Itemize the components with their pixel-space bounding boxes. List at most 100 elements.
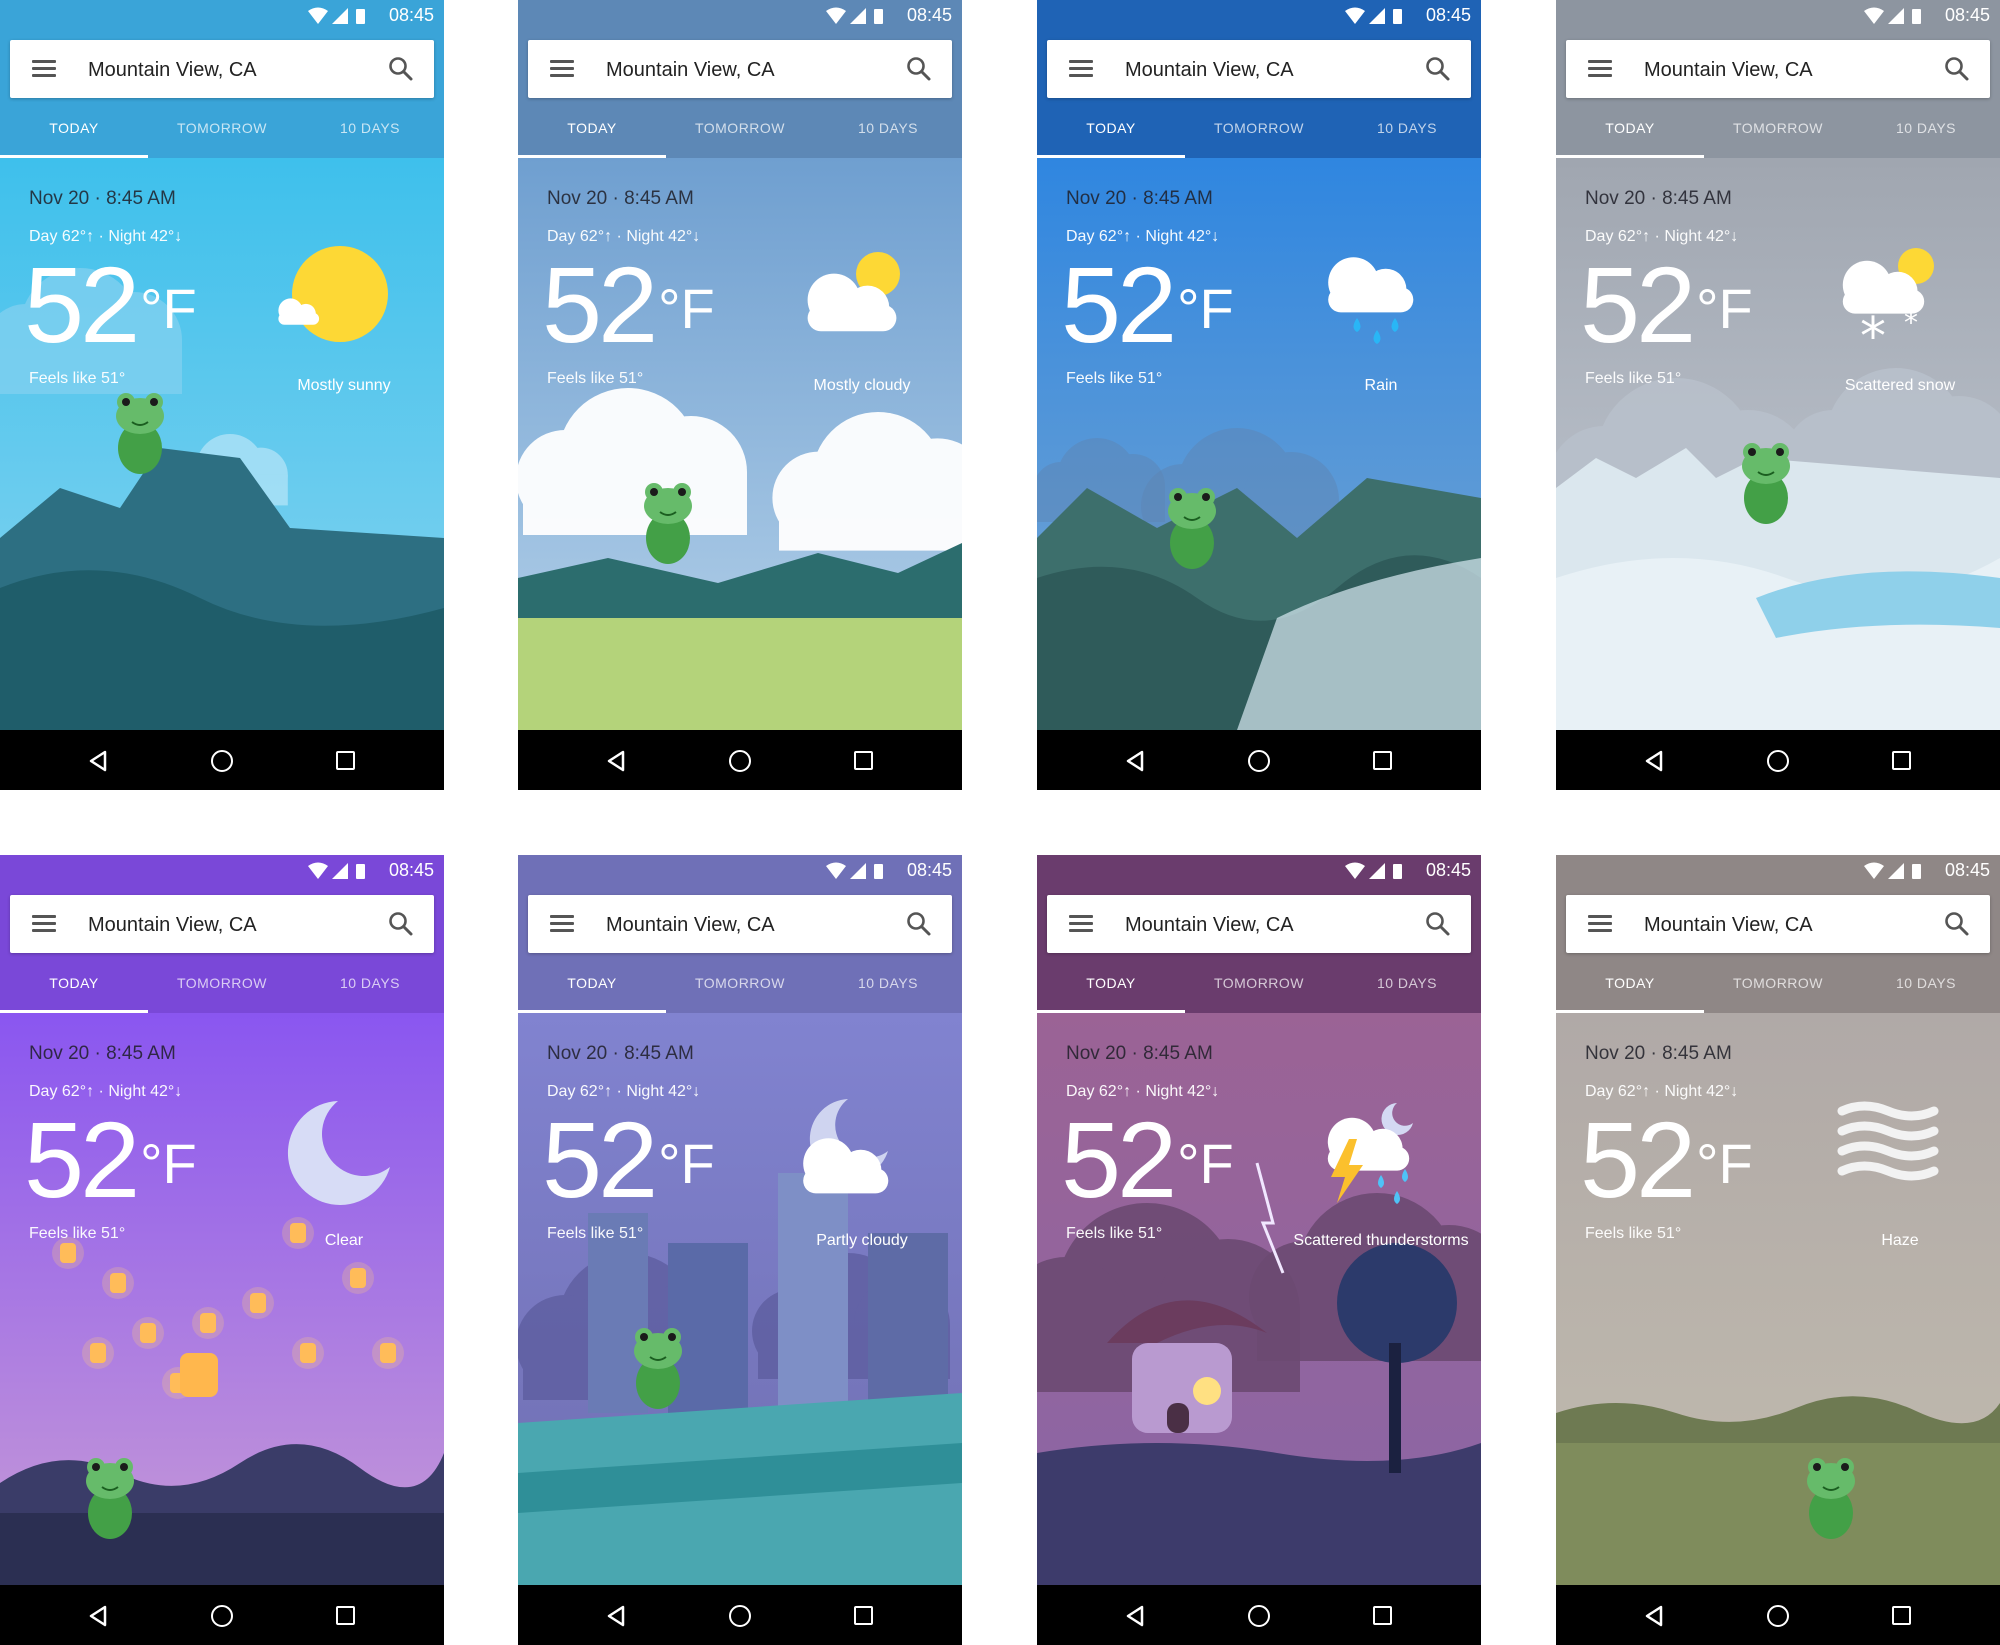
tab-10-days[interactable]: 10 DAYS — [1852, 959, 2000, 1013]
tab-tomorrow[interactable]: TOMORROW — [666, 104, 814, 158]
menu-icon[interactable] — [1069, 60, 1093, 78]
search-bar[interactable]: Mountain View, CA — [1047, 40, 1471, 98]
back-icon[interactable] — [606, 750, 626, 772]
temperature-unit: °F — [140, 277, 197, 340]
search-bar[interactable]: Mountain View, CA — [1566, 40, 1990, 98]
tab-tomorrow[interactable]: TOMORROW — [1185, 959, 1333, 1013]
tab-today[interactable]: TODAY — [0, 959, 148, 1013]
location-text[interactable]: Mountain View, CA — [1125, 914, 1294, 937]
menu-icon[interactable] — [32, 60, 56, 78]
battery-icon — [1912, 9, 1921, 24]
home-icon[interactable] — [1248, 750, 1270, 772]
back-icon[interactable] — [1125, 750, 1145, 772]
back-icon[interactable] — [1125, 1605, 1145, 1627]
search-icon[interactable] — [906, 56, 932, 82]
tab-10-days[interactable]: 10 DAYS — [296, 104, 444, 158]
back-icon[interactable] — [88, 750, 108, 772]
thunderstorm-icon — [1315, 1099, 1435, 1209]
tab-tomorrow[interactable]: TOMORROW — [148, 959, 296, 1013]
phone-screen: 08:45 Mountain View, CA TODAY TOMORROW 1… — [518, 0, 962, 790]
menu-icon[interactable] — [1069, 915, 1093, 933]
tab-today[interactable]: TODAY — [518, 104, 666, 158]
location-text[interactable]: Mountain View, CA — [88, 914, 257, 937]
home-icon[interactable] — [1767, 1605, 1789, 1627]
recents-icon[interactable] — [1892, 1606, 1911, 1625]
home-icon[interactable] — [729, 750, 751, 772]
condition-label: Scattered thunderstorms — [1293, 1232, 1469, 1249]
search-icon[interactable] — [388, 56, 414, 82]
snow-icon: * * — [1834, 244, 1954, 354]
tab-10-days[interactable]: 10 DAYS — [1333, 104, 1481, 158]
mostly-cloudy-icon — [796, 244, 916, 354]
search-bar[interactable]: Mountain View, CA — [10, 895, 434, 953]
location-text[interactable]: Mountain View, CA — [1644, 914, 1813, 937]
location-text[interactable]: Mountain View, CA — [606, 914, 775, 937]
home-icon[interactable] — [1767, 750, 1789, 772]
search-icon[interactable] — [388, 911, 414, 937]
signal-icon — [850, 8, 866, 24]
tab-today[interactable]: TODAY — [1556, 104, 1704, 158]
tab-bar: TODAY TOMORROW 10 DAYS — [1556, 104, 2000, 158]
search-bar[interactable]: Mountain View, CA — [528, 40, 952, 98]
search-icon[interactable] — [1425, 56, 1451, 82]
condition-label: Scattered snow — [1844, 377, 1956, 394]
tab-today[interactable]: TODAY — [1556, 959, 1704, 1013]
tab-tomorrow[interactable]: TOMORROW — [666, 959, 814, 1013]
home-icon[interactable] — [211, 750, 233, 772]
location-text[interactable]: Mountain View, CA — [1125, 59, 1294, 82]
search-icon[interactable] — [1944, 911, 1970, 937]
recents-icon[interactable] — [336, 1606, 355, 1625]
location-text[interactable]: Mountain View, CA — [1644, 59, 1813, 82]
tab-10-days[interactable]: 10 DAYS — [814, 104, 962, 158]
temperature-unit: °F — [658, 1132, 715, 1195]
search-icon[interactable] — [1425, 911, 1451, 937]
location-text[interactable]: Mountain View, CA — [88, 59, 257, 82]
current-temperature: 52°F — [1061, 1105, 1234, 1215]
location-text[interactable]: Mountain View, CA — [606, 59, 775, 82]
menu-icon[interactable] — [32, 915, 56, 933]
tab-tomorrow[interactable]: TOMORROW — [1704, 104, 1852, 158]
recents-icon[interactable] — [854, 1606, 873, 1625]
recents-icon[interactable] — [1892, 751, 1911, 770]
tab-today[interactable]: TODAY — [0, 104, 148, 158]
tab-10-days[interactable]: 10 DAYS — [1852, 104, 2000, 158]
menu-icon[interactable] — [1588, 60, 1612, 78]
search-icon[interactable] — [906, 911, 932, 937]
recents-icon[interactable] — [336, 751, 355, 770]
home-icon[interactable] — [729, 1605, 751, 1627]
back-icon[interactable] — [1644, 1605, 1664, 1627]
svg-text:*: * — [1904, 306, 1918, 339]
back-icon[interactable] — [1644, 750, 1664, 772]
tab-today[interactable]: TODAY — [1037, 104, 1185, 158]
feels-like: Feels like 51° — [1066, 1225, 1163, 1242]
status-time: 08:45 — [1425, 860, 1471, 880]
back-icon[interactable] — [606, 1605, 626, 1627]
tab-tomorrow[interactable]: TOMORROW — [1185, 104, 1333, 158]
tab-10-days[interactable]: 10 DAYS — [814, 959, 962, 1013]
home-icon[interactable] — [1248, 1605, 1270, 1627]
tab-10-days[interactable]: 10 DAYS — [1333, 959, 1481, 1013]
wifi-icon — [1864, 862, 1884, 879]
menu-icon[interactable] — [550, 60, 574, 78]
tab-today[interactable]: TODAY — [1037, 959, 1185, 1013]
search-bar[interactable]: Mountain View, CA — [1047, 895, 1471, 953]
status-icons — [826, 862, 883, 879]
tab-tomorrow[interactable]: TOMORROW — [148, 104, 296, 158]
search-bar[interactable]: Mountain View, CA — [1566, 895, 1990, 953]
menu-icon[interactable] — [550, 915, 574, 933]
recents-icon[interactable] — [854, 751, 873, 770]
home-icon[interactable] — [211, 1605, 233, 1627]
recents-icon[interactable] — [1373, 751, 1392, 770]
back-icon[interactable] — [88, 1605, 108, 1627]
status-icons — [1864, 7, 1921, 24]
tab-today[interactable]: TODAY — [518, 959, 666, 1013]
tab-tomorrow[interactable]: TOMORROW — [1704, 959, 1852, 1013]
search-bar[interactable]: Mountain View, CA — [528, 895, 952, 953]
search-bar[interactable]: Mountain View, CA — [10, 40, 434, 98]
recents-icon[interactable] — [1373, 1606, 1392, 1625]
search-icon[interactable] — [1944, 56, 1970, 82]
frog-character — [116, 393, 164, 474]
moon-icon — [278, 1099, 398, 1209]
tab-10-days[interactable]: 10 DAYS — [296, 959, 444, 1013]
menu-icon[interactable] — [1588, 915, 1612, 933]
